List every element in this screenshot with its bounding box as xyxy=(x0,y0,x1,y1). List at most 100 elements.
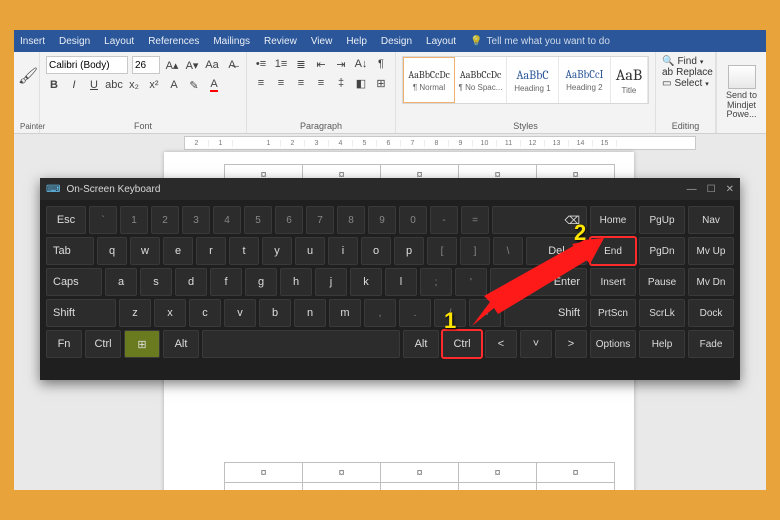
key-period[interactable]: . xyxy=(399,299,431,327)
osk-titlebar[interactable]: ⌨ On-Screen Keyboard — ☐ ✕ xyxy=(40,178,740,200)
key-fade[interactable]: Fade xyxy=(688,330,734,358)
tab-design[interactable]: Design xyxy=(59,36,90,47)
styles-gallery[interactable]: AaBbCcDc¶ Normal AaBbCcDc¶ No Spac... Aa… xyxy=(402,56,649,104)
key-9[interactable]: 9 xyxy=(368,206,396,234)
key-up[interactable]: ˄ xyxy=(469,299,501,327)
key-backtick[interactable]: ` xyxy=(89,206,117,234)
key-tab[interactable]: Tab xyxy=(46,237,94,265)
document-table-bottom[interactable]: ¤¤¤¤¤ ¤¤¤¤¤ xyxy=(224,462,615,490)
key-rbracket[interactable]: ] xyxy=(460,237,490,265)
key-slash[interactable]: / xyxy=(434,299,466,327)
key-6[interactable]: 6 xyxy=(275,206,303,234)
key-3[interactable]: 3 xyxy=(182,206,210,234)
tab-review[interactable]: Review xyxy=(264,36,297,47)
replace-button[interactable]: abReplace xyxy=(662,67,709,78)
line-spacing-icon[interactable]: ‡ xyxy=(333,75,349,91)
horizontal-ruler[interactable]: 21123456789101112131415 xyxy=(184,136,696,150)
key-right[interactable]: ˃ xyxy=(555,330,587,358)
key-equals[interactable]: = xyxy=(461,206,489,234)
key-fn[interactable]: Fn xyxy=(46,330,82,358)
key-0[interactable]: 0 xyxy=(399,206,427,234)
key-r[interactable]: r xyxy=(196,237,226,265)
shrink-font-icon[interactable]: A▾ xyxy=(184,57,200,73)
italic-icon[interactable]: I xyxy=(66,77,82,93)
style-title[interactable]: AaBTitle xyxy=(611,57,648,103)
style-heading1[interactable]: AaBbCHeading 1 xyxy=(507,57,559,103)
tab-references[interactable]: References xyxy=(148,36,199,47)
key-y[interactable]: y xyxy=(262,237,292,265)
key-lbracket[interactable]: [ xyxy=(427,237,457,265)
key-7[interactable]: 7 xyxy=(306,206,334,234)
borders-icon[interactable]: ⊞ xyxy=(373,75,389,91)
key-g[interactable]: g xyxy=(245,268,277,296)
key-f[interactable]: f xyxy=(210,268,242,296)
key-mvup[interactable]: Mv Up xyxy=(688,237,734,265)
key-t[interactable]: t xyxy=(229,237,259,265)
style-normal[interactable]: AaBbCcDc¶ Normal xyxy=(403,57,455,103)
key-2[interactable]: 2 xyxy=(151,206,179,234)
tell-me-search[interactable]: 💡 Tell me what you want to do xyxy=(470,36,610,47)
style-heading2[interactable]: AaBbCcIHeading 2 xyxy=(559,57,611,103)
find-button[interactable]: 🔍Find▾ xyxy=(662,56,709,67)
numbering-icon[interactable]: 1≡ xyxy=(273,56,289,72)
key-prtscn[interactable]: PrtScn xyxy=(590,299,636,327)
key-left[interactable]: ˂ xyxy=(485,330,517,358)
key-a[interactable]: a xyxy=(105,268,137,296)
key-s[interactable]: s xyxy=(140,268,172,296)
key-d[interactable]: d xyxy=(175,268,207,296)
key-nav[interactable]: Nav xyxy=(688,206,734,234)
key-m[interactable]: m xyxy=(329,299,361,327)
key-alt-left[interactable]: Alt xyxy=(163,330,199,358)
key-help[interactable]: Help xyxy=(639,330,685,358)
key-j[interactable]: j xyxy=(315,268,347,296)
key-5[interactable]: 5 xyxy=(244,206,272,234)
font-name-select[interactable] xyxy=(46,56,128,74)
key-ctrl-right[interactable]: Ctrl xyxy=(442,330,482,358)
sort-icon[interactable]: A↓ xyxy=(353,56,369,72)
key-esc[interactable]: Esc xyxy=(46,206,86,234)
send-to-mindjet[interactable]: Send to Mindjet Powe... xyxy=(716,52,766,133)
maximize-icon[interactable]: ☐ xyxy=(707,184,716,195)
key-shift-left[interactable]: Shift xyxy=(46,299,116,327)
indent-dec-icon[interactable]: ⇤ xyxy=(313,56,329,72)
bold-icon[interactable]: B xyxy=(46,77,62,93)
tab-view[interactable]: View xyxy=(311,36,333,47)
minimize-icon[interactable]: — xyxy=(687,184,697,195)
key-del[interactable]: Del xyxy=(526,237,587,265)
tab-table-layout[interactable]: Layout xyxy=(426,36,456,47)
key-x[interactable]: x xyxy=(154,299,186,327)
key-u[interactable]: u xyxy=(295,237,325,265)
bullets-icon[interactable]: •≡ xyxy=(253,56,269,72)
key-down[interactable]: ˅ xyxy=(520,330,552,358)
key-c[interactable]: c xyxy=(189,299,221,327)
tab-mailings[interactable]: Mailings xyxy=(213,36,250,47)
key-n[interactable]: n xyxy=(294,299,326,327)
key-w[interactable]: w xyxy=(130,237,160,265)
key-quote[interactable]: ' xyxy=(455,268,487,296)
key-8[interactable]: 8 xyxy=(337,206,365,234)
key-home[interactable]: Home xyxy=(590,206,636,234)
key-v[interactable]: v xyxy=(224,299,256,327)
style-nospacing[interactable]: AaBbCcDc¶ No Spac... xyxy=(455,57,507,103)
tab-help[interactable]: Help xyxy=(346,36,367,47)
key-q[interactable]: q xyxy=(97,237,127,265)
key-l[interactable]: l xyxy=(385,268,417,296)
indent-inc-icon[interactable]: ⇥ xyxy=(333,56,349,72)
format-painter-icon[interactable]: 🖌 xyxy=(20,56,36,96)
subscript-icon[interactable]: x₂ xyxy=(126,77,142,93)
key-space[interactable] xyxy=(202,330,400,358)
change-case-icon[interactable]: Aa xyxy=(204,57,220,73)
key-k[interactable]: k xyxy=(350,268,382,296)
align-center-icon[interactable]: ≡ xyxy=(273,75,289,91)
key-z[interactable]: z xyxy=(119,299,151,327)
underline-icon[interactable]: U xyxy=(86,77,102,93)
text-effects-icon[interactable]: A xyxy=(166,77,182,93)
key-4[interactable]: 4 xyxy=(213,206,241,234)
close-icon[interactable]: ✕ xyxy=(726,184,734,195)
grow-font-icon[interactable]: A▴ xyxy=(164,57,180,73)
key-mvdn[interactable]: Mv Dn xyxy=(688,268,734,296)
pilcrow-icon[interactable]: ¶ xyxy=(373,56,389,72)
font-color-icon[interactable]: A xyxy=(206,77,222,93)
key-p[interactable]: p xyxy=(394,237,424,265)
key-pgup[interactable]: PgUp xyxy=(639,206,685,234)
